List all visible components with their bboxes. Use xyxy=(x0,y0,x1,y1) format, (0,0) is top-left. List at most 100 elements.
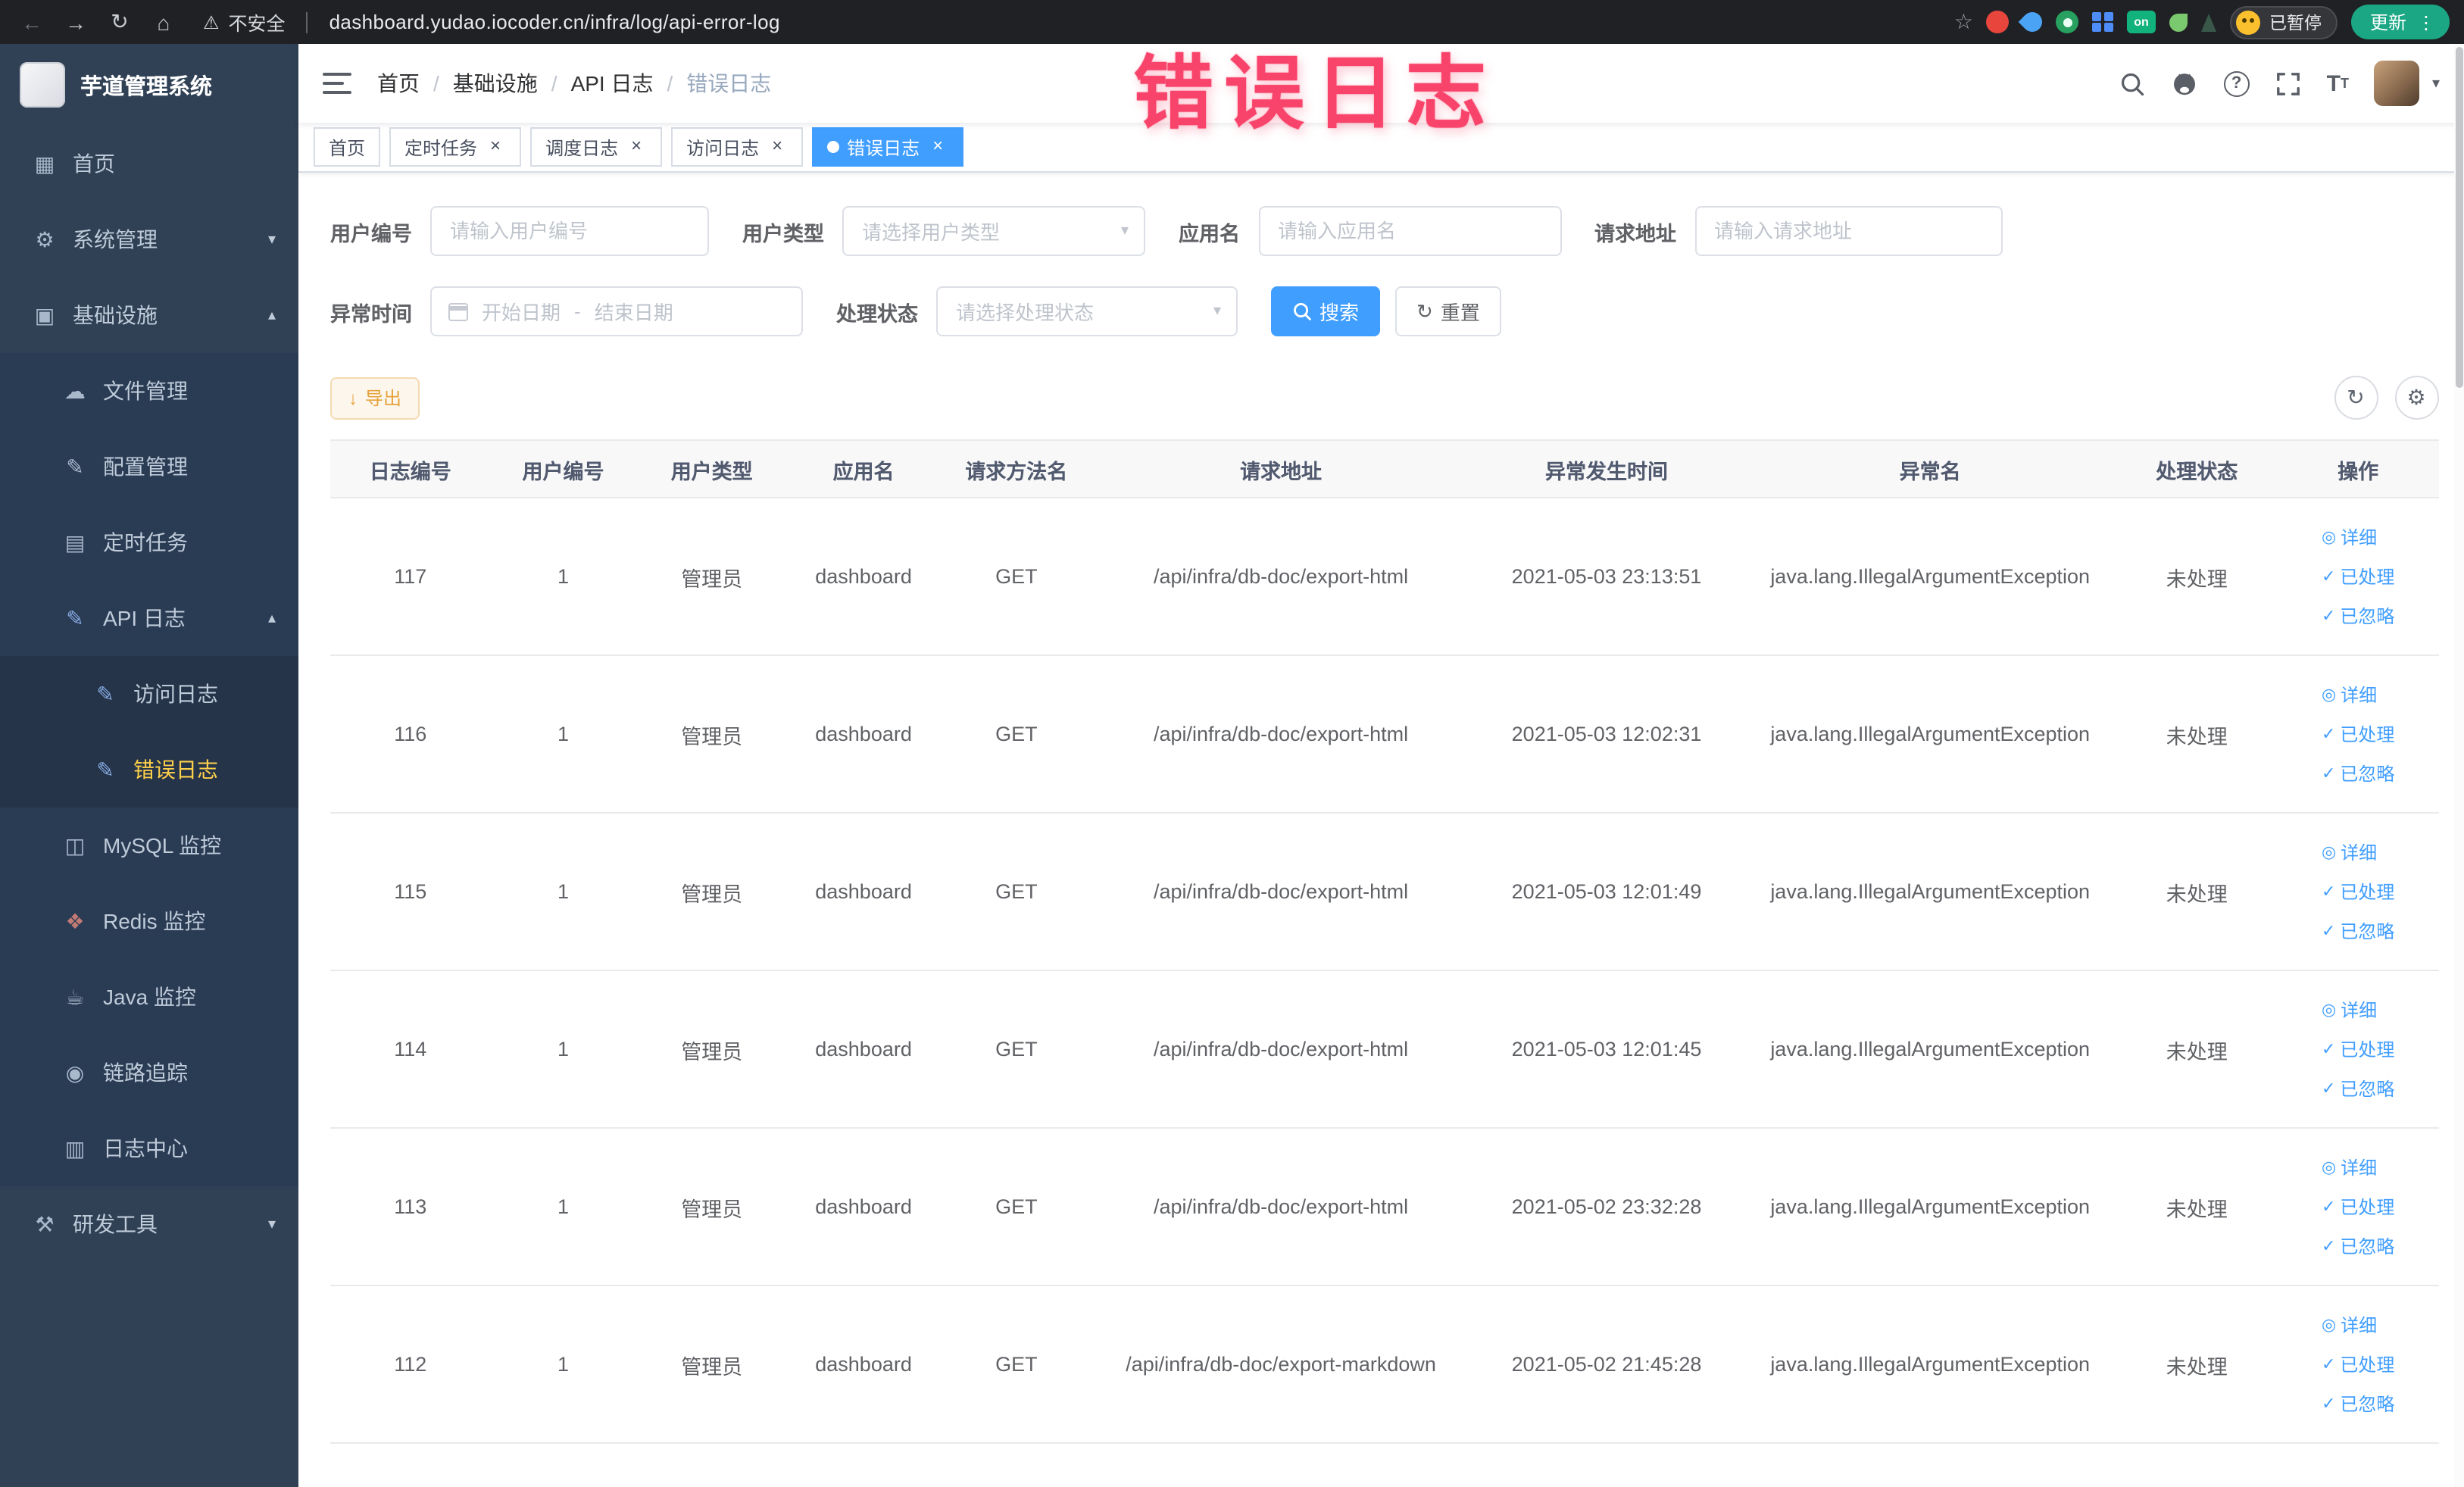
github-icon[interactable] xyxy=(2171,70,2198,97)
green-circle-extension-icon[interactable] xyxy=(2056,11,2079,33)
breadcrumb-infrastructure[interactable]: 基础设施 xyxy=(453,68,538,98)
refresh-table-button[interactable]: ↻ xyxy=(2334,376,2378,420)
breadcrumb-api-logs[interactable]: API 日志 xyxy=(571,68,654,98)
scrollbar-thumb[interactable] xyxy=(2455,47,2462,388)
close-icon[interactable]: × xyxy=(927,136,948,158)
sidebar-item-error-log[interactable]: ✎ 错误日志 xyxy=(0,732,298,808)
table-row: 113 1 管理员 dashboard GET /api/infra/db-do… xyxy=(330,1128,2438,1286)
user-id-input[interactable] xyxy=(430,206,709,256)
action-processed-link[interactable]: ✓ 已处理 xyxy=(2322,879,2394,904)
sidebar-item-tracing[interactable]: ◉ 链路追踪 xyxy=(0,1035,298,1111)
avatar-caret-icon[interactable]: ▾ xyxy=(2432,75,2440,92)
action-processed-link[interactable]: ✓ 已处理 xyxy=(2322,1036,2394,1062)
browser-back-icon[interactable]: ← xyxy=(15,10,48,34)
action-ignored-link[interactable]: ✓ 已忽略 xyxy=(2322,1391,2394,1417)
action-ignored-link[interactable]: ✓ 已忽略 xyxy=(2322,918,2394,944)
font-size-icon[interactable]: TT xyxy=(2327,70,2349,96)
sidebar-item-dev-tools[interactable]: ⚒ 研发工具 ▾ xyxy=(0,1186,298,1262)
action-processed-link[interactable]: ✓ 已处理 xyxy=(2322,721,2394,747)
cell-user-type: 管理员 xyxy=(636,813,788,971)
sidebar-item-access-log[interactable]: ✎ 访问日志 xyxy=(0,656,298,732)
browser-update-button[interactable]: 更新 ⋮ xyxy=(2351,5,2449,39)
navbar-icons: ? TT ▾ xyxy=(2119,61,2440,106)
sidebar-item-log-center[interactable]: ▥ 日志中心 xyxy=(0,1111,298,1186)
browser-home-icon[interactable]: ⌂ xyxy=(147,10,180,34)
tab-scheduled-tasks[interactable]: 定时任务 × xyxy=(389,127,522,167)
hamburger-icon[interactable] xyxy=(323,73,351,94)
column-settings-button[interactable]: ⚙ xyxy=(2394,376,2438,420)
help-icon[interactable]: ? xyxy=(2223,70,2250,96)
action-ignored-link[interactable]: ✓ 已忽略 xyxy=(2322,1233,2394,1259)
action-processed-link[interactable]: ✓ 已处理 xyxy=(2322,1351,2394,1377)
action-detail-link[interactable]: ◎ 详细 xyxy=(2322,524,2377,550)
sidebar-item-mysql-monitor[interactable]: ◫ MySQL 监控 xyxy=(0,808,298,883)
tab-home[interactable]: 首页 xyxy=(314,127,381,167)
close-icon[interactable]: × xyxy=(626,136,647,158)
breadcrumb-home[interactable]: 首页 xyxy=(377,68,420,98)
security-label: 不安全 xyxy=(228,14,286,35)
sprout-extension-icon[interactable] xyxy=(2169,13,2188,31)
action-detail-link[interactable]: ◎ 详细 xyxy=(2322,682,2377,708)
cell-method: GET xyxy=(939,1128,1094,1286)
browser-refresh-icon[interactable]: ↻ xyxy=(103,9,136,35)
action-processed-link[interactable]: ✓ 已处理 xyxy=(2322,1194,2394,1220)
sidebar-item-file-management[interactable]: ☁ 文件管理 xyxy=(0,353,298,429)
tab-error-log[interactable]: 错误日志 × xyxy=(812,127,964,167)
app-name-input[interactable] xyxy=(1258,206,1561,256)
browser-menu-icon[interactable]: ⋮ xyxy=(2417,11,2435,33)
user-type-select[interactable]: 请选择用户类型 ▾ xyxy=(842,206,1145,256)
cell-request-url: /api/infra/db-doc/export-html xyxy=(1093,498,1469,656)
on-badge-extension-icon[interactable]: on xyxy=(2126,11,2156,33)
chevron-up-icon: ▴ xyxy=(267,610,276,626)
action-detail-link[interactable]: ◎ 详细 xyxy=(2322,839,2377,865)
tab-access-log[interactable]: 访问日志 × xyxy=(671,127,804,167)
sidebar-item-config-management[interactable]: ✎ 配置管理 xyxy=(0,429,298,505)
tab-schedule-log[interactable]: 调度日志 × xyxy=(530,127,663,167)
action-processed-link[interactable]: ✓ 已处理 xyxy=(2322,564,2394,589)
close-icon[interactable]: × xyxy=(485,136,506,158)
request-url-input[interactable] xyxy=(1694,206,2002,256)
bookmark-star-icon[interactable]: ☆ xyxy=(1954,9,1973,35)
sidebar-item-home[interactable]: ▦ 首页 xyxy=(0,126,298,201)
export-button[interactable]: ↓ 导出 xyxy=(330,376,420,419)
search-button[interactable]: 搜索 xyxy=(1271,286,1381,336)
sidebar-item-redis-monitor[interactable]: ❖ Redis 监控 xyxy=(0,883,298,959)
check-icon: ✓ xyxy=(2321,765,2336,783)
tree-extension-icon[interactable] xyxy=(2200,13,2216,31)
action-ignored-link[interactable]: ✓ 已忽略 xyxy=(2322,761,2394,786)
log-center-icon: ▥ xyxy=(64,1136,86,1160)
drop-extension-icon[interactable] xyxy=(2019,8,2047,36)
action-detail-link[interactable]: ◎ 详细 xyxy=(2322,997,2377,1023)
sidebar-item-java-monitor[interactable]: ☕ Java 监控 xyxy=(0,959,298,1035)
exception-time-label: 异常时间 xyxy=(330,302,412,325)
address-bar[interactable]: dashboard.yudao.iocoder.cn/infra/log/api… xyxy=(329,11,780,33)
dashboard-icon: ▦ xyxy=(34,151,55,175)
user-avatar[interactable] xyxy=(2374,61,2420,106)
cell-request-url: /api/infra/db-doc/export-markdown xyxy=(1093,1286,1469,1444)
browser-forward-icon[interactable]: → xyxy=(59,10,92,34)
check-icon: ✓ xyxy=(2321,568,2336,586)
sidebar-item-scheduled-tasks[interactable]: ▤ 定时任务 xyxy=(0,505,298,580)
grid-extension-icon[interactable] xyxy=(2092,11,2113,33)
search-icon[interactable] xyxy=(2119,70,2145,96)
cell-method: GET xyxy=(939,1286,1094,1444)
action-detail-link[interactable]: ◎ 详细 xyxy=(2322,1312,2377,1338)
main-area: 首页 / 基础设施 / API 日志 / 错误日志 ? T T ▾ 首页 定时任… xyxy=(298,44,2464,1487)
reset-button[interactable]: ↻ 重置 xyxy=(1395,286,1501,336)
sidebar-item-infrastructure[interactable]: ▣ 基础设施 ▴ xyxy=(0,277,298,353)
close-icon[interactable]: × xyxy=(767,136,788,158)
security-chip[interactable]: ⚠ 不安全 xyxy=(203,8,286,36)
fullscreen-icon[interactable] xyxy=(2275,70,2301,96)
check-icon: ✓ xyxy=(2321,1395,2336,1414)
gear-icon: ⚙ xyxy=(35,226,55,251)
sidebar-item-api-logs[interactable]: ✎ API 日志 ▴ xyxy=(0,580,298,656)
red-circle-extension-icon[interactable] xyxy=(1986,11,2010,33)
process-status-select[interactable]: 请选择处理状态 ▾ xyxy=(936,286,1238,336)
action-detail-link[interactable]: ◎ 详细 xyxy=(2322,1154,2377,1180)
check-icon: ✓ xyxy=(2321,883,2336,901)
sidebar-item-system-management[interactable]: ⚙ 系统管理 ▾ xyxy=(0,201,298,277)
action-ignored-link[interactable]: ✓ 已忽略 xyxy=(2322,603,2394,629)
exception-time-range-picker[interactable]: 开始日期 - 结束日期 xyxy=(430,286,803,336)
profile-paused-badge[interactable]: 已暂停 xyxy=(2229,5,2338,39)
action-ignored-link[interactable]: ✓ 已忽略 xyxy=(2322,1076,2394,1101)
